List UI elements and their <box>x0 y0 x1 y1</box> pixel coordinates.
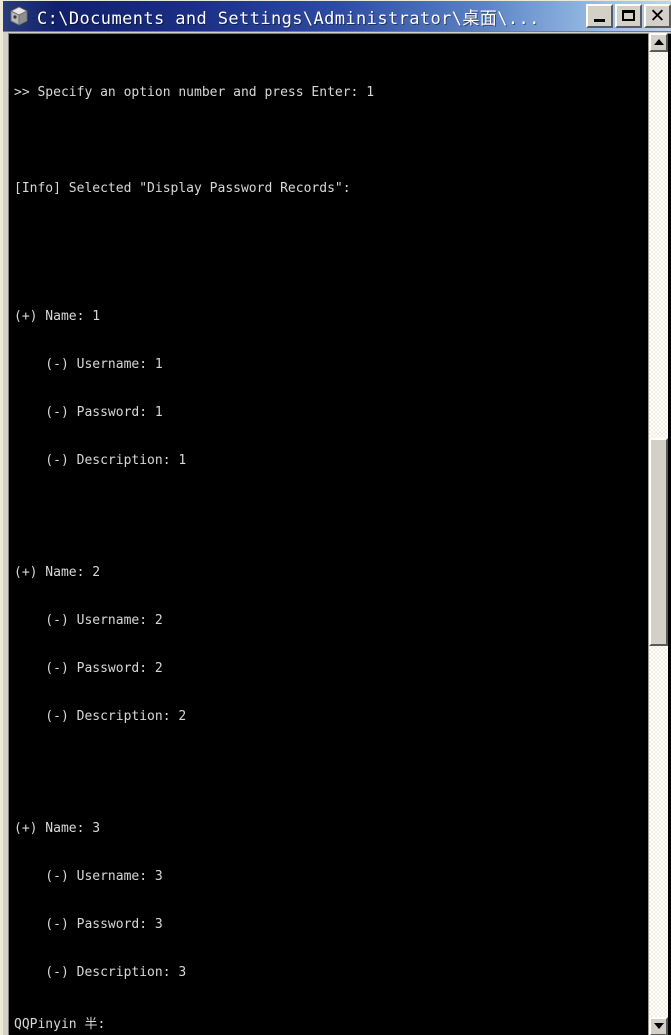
record-name: (+) Name: 1 <box>14 309 101 324</box>
record-description: (-) Description: 3 <box>14 965 187 980</box>
close-button[interactable]: ✕ <box>644 4 671 28</box>
ime-status-bar[interactable]: QQPinyin 半: <box>14 1017 105 1033</box>
console-window: C:\Documents and Settings\Administrator\… <box>0 0 671 1035</box>
record-password: (-) Password: 1 <box>14 405 163 420</box>
record-password: (-) Password: 3 <box>14 917 163 932</box>
record-description: (-) Description: 1 <box>14 453 187 468</box>
window-title: C:\Documents and Settings\Administrator\… <box>37 8 540 29</box>
client-area: >> Specify an option number and press En… <box>8 33 671 1035</box>
scroll-down-button[interactable] <box>649 1017 668 1035</box>
console-line-info: [Info] Selected "Display Password Record… <box>14 181 351 196</box>
record-name: (+) Name: 2 <box>14 565 101 580</box>
minimize-button[interactable] <box>586 4 613 28</box>
record-username: (-) Username: 3 <box>14 869 163 884</box>
maximize-icon <box>622 10 635 21</box>
record-username: (-) Username: 2 <box>14 613 163 628</box>
scrollbar-thumb[interactable] <box>649 438 668 646</box>
titlebar[interactable]: C:\Documents and Settings\Administrator\… <box>3 1 671 32</box>
console-box-icon <box>7 4 31 28</box>
record-description: (-) Description: 2 <box>14 709 187 724</box>
maximize-button[interactable] <box>615 4 642 28</box>
record-password: (-) Password: 2 <box>14 661 163 676</box>
record-name: (+) Name: 3 <box>14 821 101 836</box>
scroll-down-arrow-icon <box>654 1023 664 1029</box>
console-output[interactable]: >> Specify an option number and press En… <box>9 34 653 1035</box>
close-icon: ✕ <box>649 5 666 27</box>
minimize-icon <box>594 19 605 22</box>
console-line-prompt-echo: >> Specify an option number and press En… <box>14 85 375 100</box>
scroll-up-arrow-icon <box>654 39 664 45</box>
record-username: (-) Username: 1 <box>14 357 163 372</box>
scroll-up-button[interactable] <box>649 33 668 52</box>
window-controls: ✕ <box>586 4 671 28</box>
vertical-scrollbar[interactable] <box>648 33 668 1035</box>
